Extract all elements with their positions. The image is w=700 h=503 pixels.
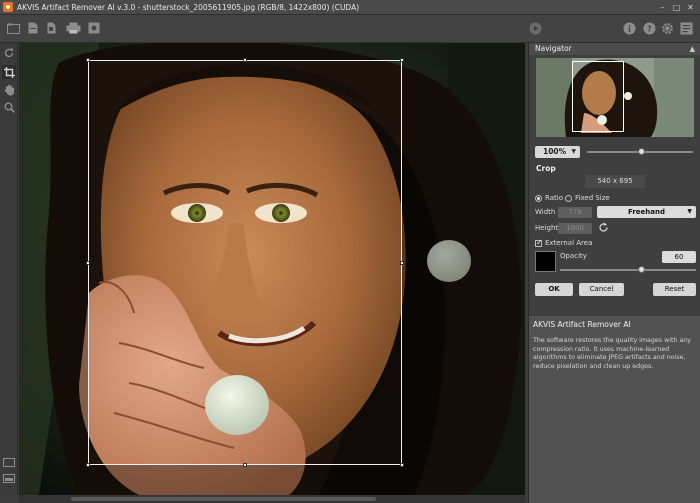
zoom-value: 100%	[543, 147, 567, 156]
crop-handle-bottom[interactable]	[243, 463, 247, 467]
batch-icon[interactable]	[44, 21, 58, 35]
minimize-button[interactable]: –	[657, 3, 668, 12]
right-panel: Navigator ▲ 100% ▼ Crop 540 x 695 Ratio …	[528, 43, 700, 503]
save-icon[interactable]	[26, 21, 40, 35]
fixed-size-radio[interactable]	[565, 195, 572, 202]
external-area-color[interactable]	[535, 251, 556, 272]
settings-icon[interactable]	[660, 21, 674, 35]
zoom-icon[interactable]	[2, 100, 16, 114]
svg-text:?: ?	[647, 24, 652, 33]
external-area-checkbox[interactable]	[535, 238, 543, 247]
share-icon[interactable]	[87, 21, 101, 35]
crop-handle-top[interactable]	[243, 58, 247, 62]
crop-size-readout: 540 x 695	[585, 175, 645, 188]
info-panel: AKVIS Artifact Remover AI The software r…	[529, 316, 700, 503]
navigator-title: Navigator	[535, 44, 572, 53]
ratio-label: Ratio	[545, 194, 563, 202]
image-canvas[interactable]	[19, 43, 525, 495]
window-title: AKVIS Artifact Remover AI v.3.0 - shutte…	[17, 2, 360, 12]
navigator-header[interactable]: Navigator ▲	[529, 43, 700, 55]
crop-mask-right	[402, 60, 525, 465]
navigator-view-rect[interactable]	[572, 61, 624, 132]
close-button[interactable]: ✕	[685, 3, 696, 12]
chevron-down-icon: ▼	[687, 208, 692, 215]
height-label: Height	[535, 224, 559, 232]
crop-frame[interactable]	[86, 58, 404, 467]
crop-handle-top-right[interactable]	[400, 58, 404, 62]
app-logo-icon	[3, 2, 13, 12]
opacity-label: Opacity	[560, 252, 587, 260]
crop-mask-left	[19, 60, 88, 465]
before-after-icon[interactable]	[2, 456, 16, 468]
crop-handle-bottom-left[interactable]	[86, 463, 90, 467]
ratio-radio[interactable]	[535, 195, 542, 202]
info-title: AKVIS Artifact Remover AI	[533, 320, 631, 329]
crop-handle-right[interactable]	[400, 261, 404, 265]
horizontal-scrollbar[interactable]	[19, 495, 525, 503]
chevron-down-icon: ▼	[571, 148, 576, 155]
info-icon[interactable]	[622, 21, 636, 35]
width-label: Width	[535, 208, 556, 216]
ok-button[interactable]: OK	[535, 283, 573, 296]
fixed-size-label: Fixed Size	[575, 194, 610, 202]
opacity-value[interactable]: 60	[662, 251, 696, 263]
window-controls: – □ ✕	[657, 3, 696, 12]
print-icon[interactable]	[64, 21, 82, 35]
crop-handle-left[interactable]	[86, 261, 90, 265]
navigator-preview[interactable]	[536, 58, 694, 137]
ratio-preset-dropdown[interactable]: Freehand ▼	[597, 206, 696, 218]
run-icon[interactable]	[528, 21, 542, 35]
open-icon[interactable]	[6, 21, 20, 35]
info-body: The software restores the quality images…	[533, 337, 691, 370]
crop-icon[interactable]	[2, 65, 16, 79]
news-icon[interactable]	[679, 21, 693, 35]
collapse-icon[interactable]: ▲	[690, 43, 695, 55]
help-icon[interactable]: ?	[642, 21, 656, 35]
cancel-button[interactable]: Cancel	[579, 283, 624, 296]
external-area-label: External Area	[545, 239, 593, 247]
main-toolbar: ?	[0, 15, 700, 43]
opacity-slider[interactable]	[560, 269, 696, 271]
crop-mask-bottom	[19, 465, 525, 495]
layout-icon[interactable]	[2, 472, 16, 484]
maximize-button[interactable]: □	[671, 3, 682, 12]
zoom-slider-knob[interactable]	[638, 148, 646, 155]
swap-icon[interactable]	[598, 222, 610, 234]
zoom-row: 100% ▼	[529, 143, 700, 163]
crop-section-title: Crop	[536, 164, 556, 173]
zoom-dropdown[interactable]: 100% ▼	[535, 146, 580, 158]
crop-handle-bottom-right[interactable]	[400, 463, 404, 467]
ratio-preset-value: Freehand	[628, 208, 665, 216]
left-tool-strip	[0, 43, 18, 495]
scrollbar-thumb[interactable]	[71, 497, 376, 501]
title-bar: AKVIS Artifact Remover AI v.3.0 - shutte…	[0, 0, 700, 15]
hand-icon[interactable]	[2, 83, 16, 97]
width-field[interactable]: 778	[558, 207, 592, 218]
reset-button[interactable]: Reset	[653, 283, 696, 296]
opacity-slider-knob[interactable]	[637, 266, 645, 273]
rotate-icon[interactable]	[2, 46, 16, 60]
height-field[interactable]: 1000	[558, 223, 592, 234]
crop-mask-top	[19, 43, 525, 60]
crop-handle-top-left[interactable]	[86, 58, 90, 62]
